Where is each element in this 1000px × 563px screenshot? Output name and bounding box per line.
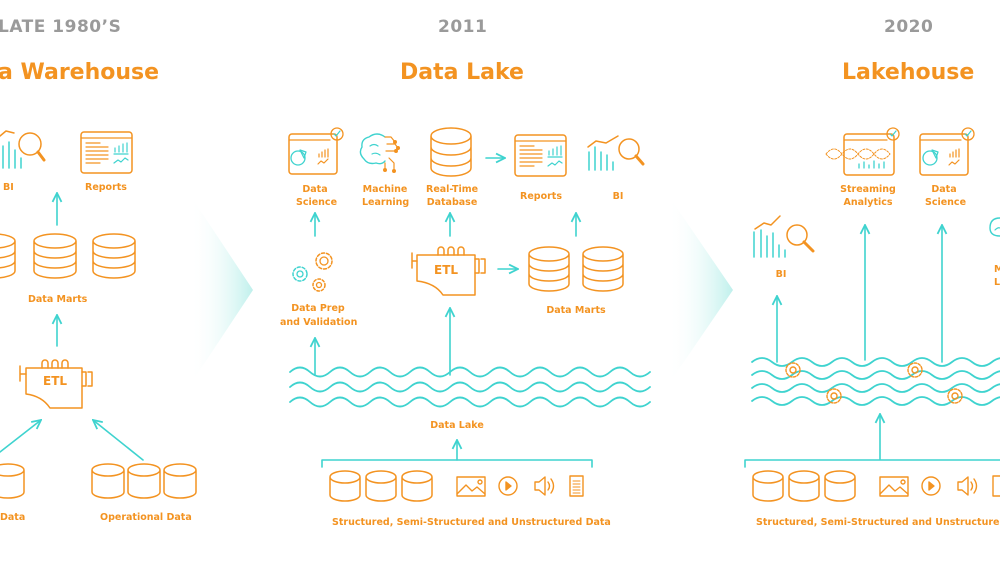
data-science-icon <box>919 127 975 176</box>
audio-speaker-icon <box>957 476 978 496</box>
wave-line <box>751 396 1000 406</box>
structured-databases-icon <box>329 470 433 502</box>
reports-icon <box>80 131 133 174</box>
image-icon <box>456 476 486 497</box>
real-time-database-icon <box>430 127 472 177</box>
lakehouse-gears <box>785 362 963 404</box>
bi-icon <box>0 130 46 169</box>
etl-machine-icon <box>411 246 486 296</box>
arrow-operational-to-etl <box>93 420 144 461</box>
bi-icon <box>587 135 645 171</box>
data-science-icon <box>288 127 344 175</box>
reports-icon <box>514 134 567 177</box>
data-prep-gears-icon <box>292 252 333 292</box>
wave-line <box>751 383 1000 393</box>
image-icon <box>879 476 909 497</box>
machine-learning-brain-icon <box>989 217 1000 237</box>
wave-line <box>289 396 651 408</box>
data-marts-icon <box>528 246 624 292</box>
operational-databases-icon <box>91 463 197 499</box>
wave-line <box>751 370 1000 380</box>
chevron-arrow-1 <box>190 195 253 385</box>
video-play-icon <box>498 476 518 496</box>
audio-speaker-icon <box>534 476 555 496</box>
data-lake-waves <box>289 366 651 408</box>
document-icon <box>569 475 584 497</box>
structured-databases-icon <box>752 470 856 502</box>
data-marts-icon <box>0 233 136 279</box>
sources-bracket <box>321 459 593 468</box>
streaming-analytics-icon <box>825 127 900 176</box>
arrow-source-to-etl <box>0 420 41 453</box>
document-icon <box>992 475 1000 497</box>
machine-learning-brain-icon <box>359 133 400 173</box>
etl-machine-icon <box>19 359 93 409</box>
sources-bracket <box>744 459 1000 468</box>
bi-icon <box>753 215 815 258</box>
wave-line <box>289 381 651 393</box>
chevron-arrow-2 <box>668 195 733 385</box>
lakehouse-waves <box>751 357 1000 406</box>
architecture-evolution-diagram <box>0 127 1000 502</box>
video-play-icon <box>921 476 941 496</box>
wave-line <box>289 366 651 378</box>
source-database-icon <box>0 463 25 499</box>
